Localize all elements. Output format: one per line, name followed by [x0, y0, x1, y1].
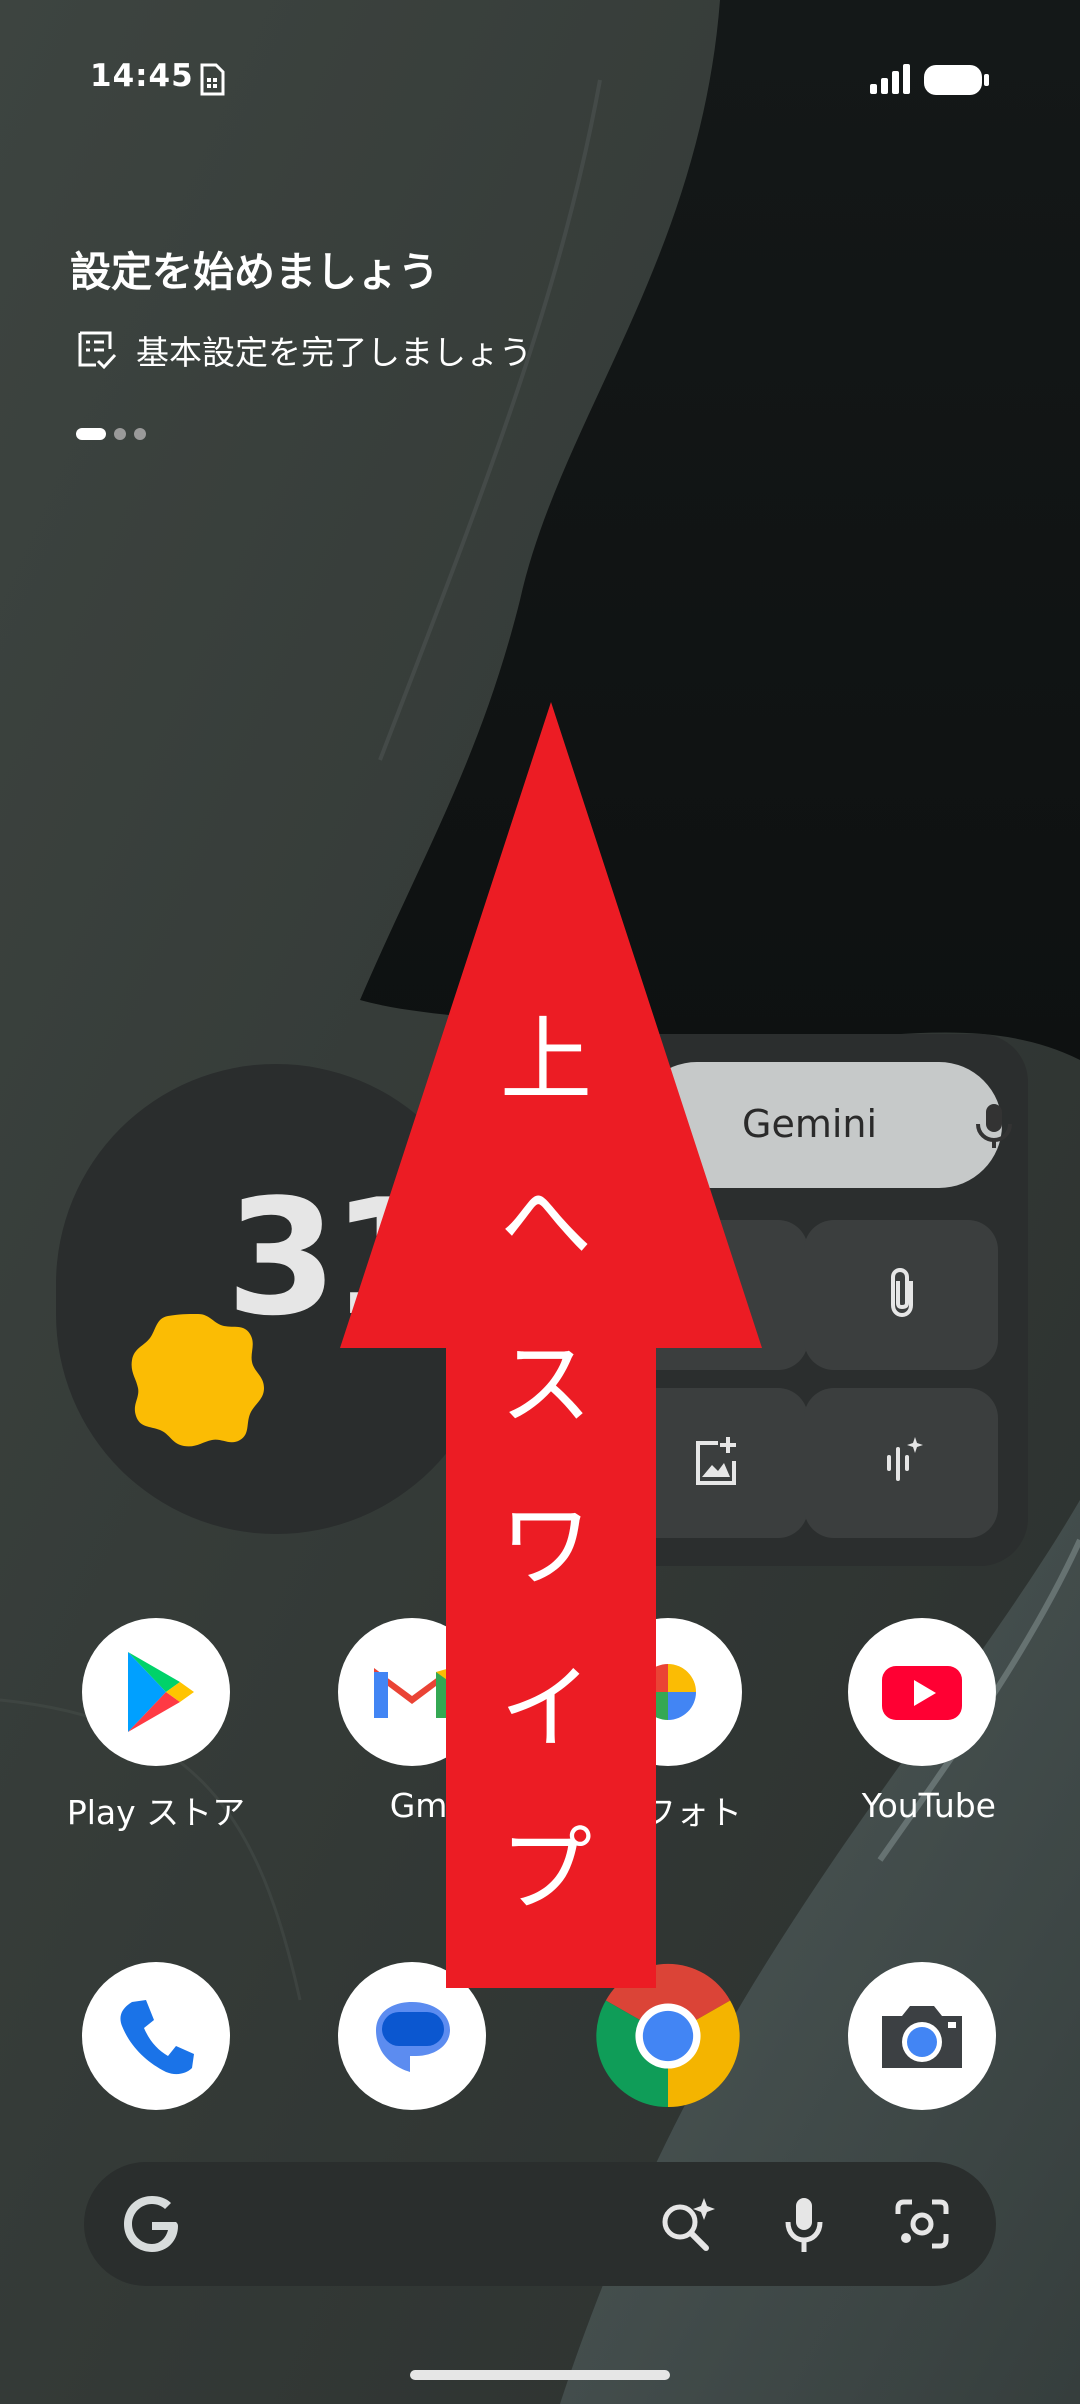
- swipe-up-instruction: 上 へ ス ワ イ プ: [500, 980, 593, 1952]
- weather-widget[interactable]: 31°: [56, 1064, 496, 1534]
- page-dot: [134, 428, 146, 440]
- ai-search-icon[interactable]: [658, 2196, 718, 2254]
- sim-card-icon: [200, 63, 225, 96]
- messages-icon: [338, 1962, 486, 2110]
- gemini-prompt-pill[interactable]: Gemini: [634, 1062, 1012, 1188]
- gemini-widget: Gemini: [576, 1034, 1028, 1566]
- google-g-icon: [124, 2196, 178, 2252]
- cell-signal-icon: [870, 64, 910, 94]
- youtube-icon: [848, 1618, 996, 1766]
- instruction-char: プ: [500, 1817, 593, 1924]
- status-bar: 14:45: [0, 0, 1080, 160]
- google-lens-icon[interactable]: [894, 2198, 950, 2250]
- setup-item-label: 基本設定を完了しましょう: [136, 333, 532, 372]
- app-label: YouTube: [861, 1786, 996, 1825]
- app-youtube[interactable]: YouTube: [848, 1618, 996, 1825]
- battery-icon: [924, 65, 989, 95]
- page-dot-active: [76, 428, 106, 440]
- play-store-icon: [82, 1618, 230, 1766]
- photos-icon: [594, 1618, 742, 1766]
- page-dot: [114, 428, 126, 440]
- instruction-char: へ: [500, 1169, 593, 1276]
- add-image-icon: [696, 1437, 736, 1485]
- app-chrome[interactable]: [594, 1962, 742, 2110]
- setup-title[interactable]: 設定を始めましょう: [70, 238, 439, 298]
- app-gmail[interactable]: Gmail: [338, 1618, 486, 1825]
- sunny-weather-icon: [131, 1314, 264, 1447]
- status-clock: 14:45: [90, 58, 194, 94]
- app-photos[interactable]: フォト: [594, 1618, 742, 1834]
- gesture-nav-handle[interactable]: [410, 2370, 670, 2380]
- gemini-live-tile[interactable]: [804, 1388, 998, 1538]
- instruction-char: ス: [500, 1331, 593, 1438]
- app-label: Play ストア: [66, 1793, 246, 1832]
- gemini-live-icon: [887, 1437, 923, 1481]
- gemini-label: Gemini: [742, 1102, 878, 1146]
- microphone-icon[interactable]: [972, 1102, 1016, 1150]
- chrome-icon: [594, 1962, 742, 2110]
- instruction-char: ワ: [500, 1493, 593, 1600]
- page-indicator: [76, 428, 146, 440]
- google-search-bar[interactable]: [84, 2162, 996, 2286]
- paperclip-icon: [891, 1267, 913, 1318]
- app-label: フォト: [643, 1793, 742, 1832]
- gemini-camera-tile[interactable]: [614, 1220, 808, 1370]
- voice-search-icon[interactable]: [784, 2196, 824, 2254]
- checklist-icon: [78, 331, 117, 370]
- setup-item[interactable]: 基本設定を完了しましょう: [76, 326, 532, 374]
- app-label: Gmail: [389, 1786, 486, 1825]
- gemini-image-tile[interactable]: [614, 1388, 808, 1538]
- app-play-store[interactable]: Play ストア: [67, 1618, 245, 1834]
- instruction-char: イ: [500, 1655, 593, 1762]
- app-messages[interactable]: [338, 1962, 486, 2110]
- phone-icon: [82, 1962, 230, 2110]
- gemini-attach-tile[interactable]: [804, 1220, 998, 1370]
- app-camera[interactable]: [848, 1962, 996, 2110]
- camera-icon: [848, 1962, 996, 2110]
- gmail-icon: [338, 1618, 486, 1766]
- app-phone[interactable]: [82, 1962, 230, 2110]
- instruction-char: 上: [500, 1007, 593, 1114]
